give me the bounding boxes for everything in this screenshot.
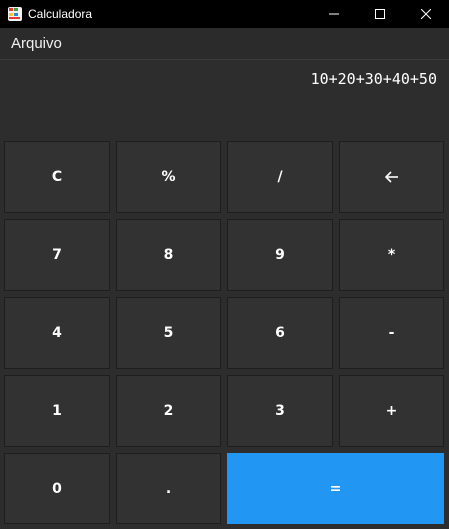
expression-display: 10+20+30+40+50 xyxy=(310,70,437,88)
menu-bar: Arquivo xyxy=(0,28,449,60)
digit-9-button[interactable]: 9 xyxy=(227,219,333,291)
digit-8-button[interactable]: 8 xyxy=(116,219,221,291)
digit-4-button[interactable]: 4 xyxy=(4,297,110,369)
minimize-button[interactable] xyxy=(311,0,357,28)
title-bar: Calculadora xyxy=(0,0,449,28)
close-icon xyxy=(421,9,431,19)
window-title: Calculadora xyxy=(28,7,93,21)
digit-6-button[interactable]: 6 xyxy=(227,297,333,369)
backspace-button[interactable] xyxy=(339,141,444,213)
digit-2-button[interactable]: 2 xyxy=(116,375,221,447)
decimal-button[interactable]: . xyxy=(116,453,221,524)
percent-button[interactable]: % xyxy=(116,141,221,213)
menu-file[interactable]: Arquivo xyxy=(11,35,62,52)
divide-button[interactable]: / xyxy=(227,141,333,213)
clear-button[interactable]: C xyxy=(4,141,110,213)
add-button[interactable]: + xyxy=(339,375,444,447)
digit-5-button[interactable]: 5 xyxy=(116,297,221,369)
calculator-app-icon xyxy=(8,7,22,21)
calculator-display: 10+20+30+40+50 xyxy=(0,60,449,138)
backspace-arrow-icon xyxy=(384,171,398,183)
digit-0-button[interactable]: 0 xyxy=(4,453,110,524)
digit-1-button[interactable]: 1 xyxy=(4,375,110,447)
digit-7-button[interactable]: 7 xyxy=(4,219,110,291)
equals-button[interactable]: = xyxy=(227,453,444,524)
subtract-button[interactable]: - xyxy=(339,297,444,369)
multiply-button[interactable]: * xyxy=(339,219,444,291)
close-button[interactable] xyxy=(403,0,449,28)
maximize-button[interactable] xyxy=(357,0,403,28)
maximize-icon xyxy=(375,9,385,19)
minimize-icon xyxy=(329,13,339,15)
digit-3-button[interactable]: 3 xyxy=(227,375,333,447)
